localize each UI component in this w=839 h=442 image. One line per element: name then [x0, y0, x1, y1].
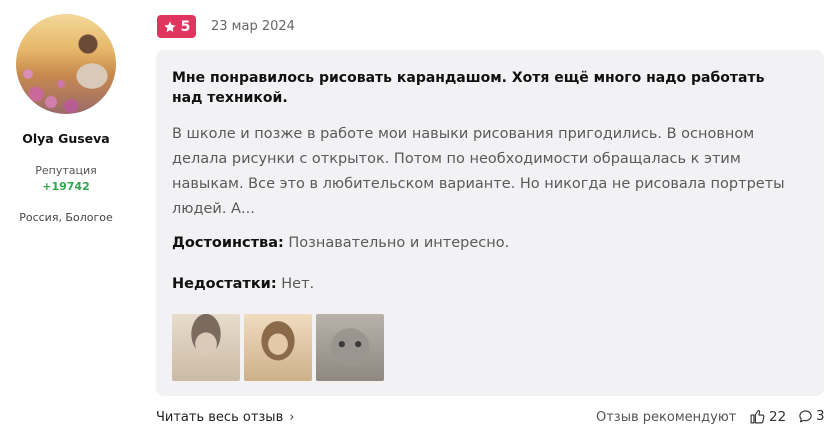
reputation-label: Репутация	[35, 164, 97, 177]
cons-label: Недостатки:	[172, 276, 277, 292]
review-cons: Недостатки: Нет.	[172, 276, 314, 292]
photo-thumbnail[interactable]	[316, 314, 384, 381]
review-excerpt[interactable]: В школе и позже в работе мои навыки рисо…	[172, 122, 802, 222]
review-card[interactable]: Мне понравилось рисовать карандашом. Хот…	[156, 50, 824, 396]
reputation-value: +19742	[42, 180, 90, 193]
star-icon	[164, 20, 176, 32]
pros-label: Достоинства:	[172, 235, 284, 251]
author-panel: Olya Guseva Репутация +19742 Россия, Бол…	[0, 0, 132, 442]
author-name[interactable]: Olya Guseva	[0, 131, 132, 146]
thumbs-up-icon	[750, 409, 765, 424]
photo-gallery	[172, 314, 384, 381]
avatar[interactable]	[16, 14, 116, 114]
photo-thumbnail[interactable]	[172, 314, 240, 381]
recommend-label: Отзыв рекомендуют	[596, 410, 737, 425]
comments-count: 3	[816, 408, 825, 424]
review-date: 23 мар 2024	[211, 19, 295, 34]
read-full-review-link[interactable]: Читать весь отзыв ›	[156, 410, 294, 425]
read-more-label: Читать весь отзыв	[156, 410, 284, 425]
pros-text: Познавательно и интересно.	[288, 235, 510, 251]
comments-button[interactable]: 3	[798, 408, 825, 424]
chevron-right-icon: ›	[289, 410, 295, 425]
rating-badge: 5	[157, 15, 196, 38]
cons-text: Нет.	[281, 276, 315, 292]
review-title[interactable]: Мне понравилось рисовать карандашом. Хот…	[172, 68, 792, 108]
comment-icon	[799, 409, 812, 422]
likes-count: 22	[769, 408, 787, 425]
rating-value: 5	[180, 18, 191, 35]
like-button[interactable]: 22	[749, 408, 786, 425]
photo-thumbnail[interactable]	[244, 314, 312, 381]
review-pros: Достоинства: Познавательно и интересно.	[172, 235, 509, 251]
author-location: Россия, Бологое	[19, 211, 113, 224]
